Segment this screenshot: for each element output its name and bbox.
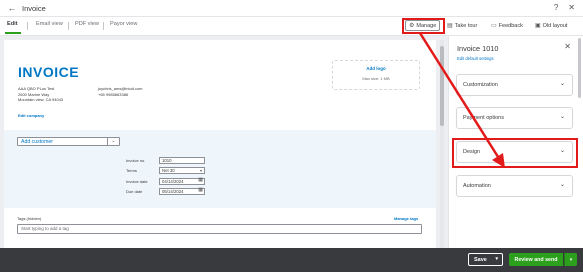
design-highlight-box [452, 138, 578, 168]
terms-select[interactable]: Net 30 ▾ [159, 167, 205, 174]
due-date-input[interactable]: 05/14/2024 ▦ [159, 187, 205, 195]
terms-label: Terms [126, 168, 137, 173]
chevron-down-icon[interactable]: ⌄ [107, 138, 119, 145]
old-layout-button[interactable]: ▣ Old layout [535, 20, 567, 31]
invoice-date-input[interactable]: 04/14/2024 ▦ [159, 177, 205, 185]
window-title: Invoice [22, 3, 46, 13]
old-layout-label: Old layout [542, 22, 568, 29]
invoice-form: INVOICE Add logo Max size: 1 MB AAA QBO … [4, 40, 436, 248]
take-tour-button[interactable]: ▤ Take tour [447, 20, 477, 31]
gear-icon: ⚙ [409, 23, 415, 29]
help-icon[interactable]: ? [554, 3, 558, 12]
layout-icon: ▣ [535, 23, 541, 29]
due-date-value: 05/14/2024 [162, 189, 184, 194]
invoice-number-label: Invoice no. [126, 158, 146, 163]
section-customization[interactable]: Customization ⌄ [456, 74, 573, 96]
invoice-number-input[interactable]: 1010 [159, 157, 205, 164]
manage-tags-link[interactable]: Manage tags [394, 216, 418, 221]
company-email: joychris_ams@intuit.com [98, 86, 143, 91]
add-logo-link[interactable]: Add logo [333, 66, 419, 71]
title-bar: ← Invoice ? ✕ [0, 0, 583, 17]
close-icon[interactable]: ✕ [564, 42, 571, 51]
calendar-icon[interactable]: ▦ [198, 177, 203, 184]
company-phone: +65 9985863386 [98, 91, 129, 97]
feedback-label: Feedback [498, 22, 523, 29]
form-scrollbar[interactable] [440, 40, 444, 248]
save-button[interactable]: Save ▾ [468, 253, 503, 266]
section-label: Customization [463, 82, 498, 88]
invoice-date-value: 04/14/2024 [162, 179, 184, 184]
chevron-down-icon: ⌄ [559, 114, 565, 120]
tab-email-view[interactable]: Email view [36, 21, 63, 27]
tab-divider [27, 22, 28, 30]
edit-default-settings-link[interactable]: Edit default settings [457, 56, 494, 61]
tags-input[interactable]: Start typing to add a tag [17, 224, 422, 234]
company-contact: joychris_ams@intuit.com +65 9985863386 [98, 86, 143, 97]
panel-title: Invoice 1010 [457, 44, 499, 53]
customer-select-placeholder: Add customer [21, 138, 54, 145]
tab-pdf-view[interactable]: PDF view [75, 21, 99, 27]
logo-size-hint: Max size: 1 MB [362, 76, 390, 81]
section-label: Payment options [463, 115, 504, 121]
chevron-down-icon: ▾ [199, 168, 202, 173]
chevron-down-icon[interactable]: ▾ [564, 253, 577, 266]
manage-label: Manage [416, 22, 437, 29]
panel-scrollbar[interactable] [578, 38, 581, 98]
invoice-heading: INVOICE [18, 64, 80, 80]
save-label: Save [474, 256, 487, 263]
calendar-icon[interactable]: ▦ [198, 187, 203, 194]
tab-payor-view[interactable]: Payor view [110, 21, 137, 27]
view-tabs-bar: Edit Email view PDF view Payor view ⚙ Ma… [0, 17, 583, 36]
chevron-down-icon: ⌄ [559, 81, 565, 87]
invoice-number-value: 1010 [162, 158, 172, 163]
feedback-icon: ▭ [491, 23, 497, 29]
review-and-send-button[interactable]: Review and send [509, 253, 563, 266]
due-date-label: Due date [126, 189, 143, 194]
logo-upload-area[interactable]: Add logo Max size: 1 MB [332, 60, 420, 90]
chevron-down-icon: ⌄ [559, 182, 565, 188]
section-label: Automation [463, 183, 491, 189]
chevron-down-icon[interactable]: ▾ [495, 256, 498, 262]
section-automation[interactable]: Automation ⌄ [456, 175, 573, 197]
tour-icon: ▤ [447, 23, 453, 29]
edit-company-link[interactable]: Edit company [18, 113, 44, 118]
invoice-date-label: Invoice date [126, 179, 148, 184]
footer-bar: Save ▾ Review and send ▾ [0, 248, 583, 272]
close-icon[interactable]: ✕ [568, 3, 575, 12]
terms-value: Net 30 [162, 168, 175, 173]
tags-label: Tags (hidden) [17, 216, 42, 221]
customer-select[interactable]: Add customer ⌄ [17, 137, 120, 146]
back-arrow-icon[interactable]: ← [5, 3, 19, 13]
address-line: Mountain view, CA 94043 [18, 97, 64, 102]
tab-divider [68, 22, 69, 30]
active-tab-indicator [5, 32, 21, 34]
scrollbar-thumb[interactable] [440, 46, 444, 126]
manage-button[interactable]: ⚙ Manage [405, 20, 441, 31]
section-payment-options[interactable]: Payment options ⌄ [456, 107, 573, 129]
feedback-button[interactable]: ▭ Feedback [491, 20, 523, 31]
company-address: AAA QBO PLus Test 2600 Marine Way Mounta… [18, 86, 63, 103]
tab-divider [103, 22, 104, 30]
take-tour-label: Take tour [454, 22, 478, 29]
tab-edit[interactable]: Edit [7, 21, 18, 27]
